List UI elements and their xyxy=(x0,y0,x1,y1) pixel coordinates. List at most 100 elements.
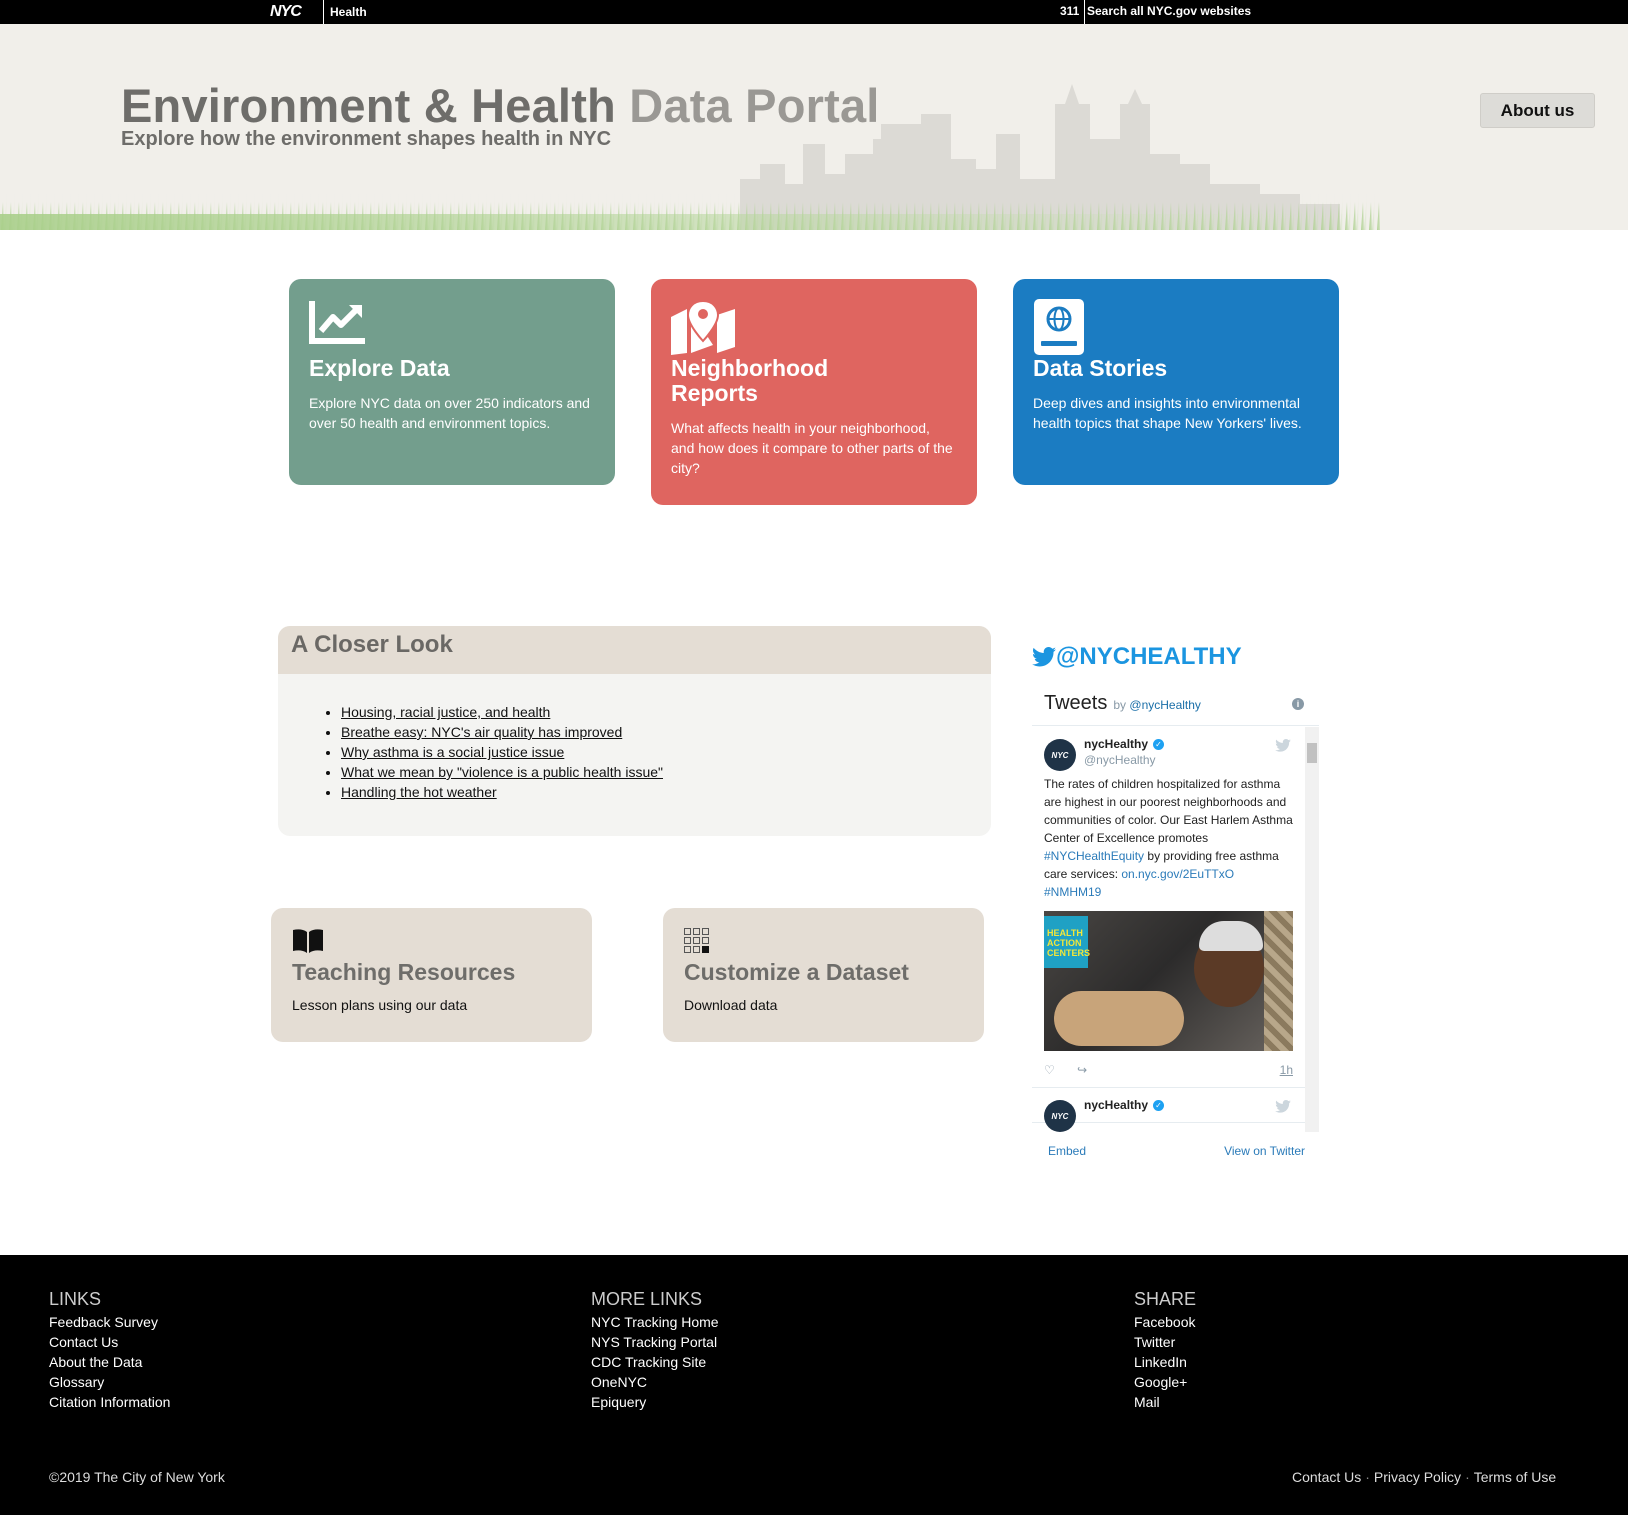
tile-title: Data Stories xyxy=(1033,355,1168,381)
timeline-footer: Embed View on Twitter xyxy=(1032,1144,1319,1158)
site-footer: LINKS Feedback Survey Contact Us About t… xyxy=(0,1255,1628,1515)
tweet[interactable]: NYC nycHealthy ✓ xyxy=(1032,1088,1305,1132)
list-item: Why asthma is a social justice issue xyxy=(341,742,991,762)
grass-illustration xyxy=(0,184,1380,230)
twitter-timeline: Tweets by @nycHealthy i NYC nycHealthy ✓ … xyxy=(1032,688,1319,1166)
tile-title: Customize a Dataset xyxy=(684,959,909,985)
footer-heading: MORE LINKS xyxy=(591,1289,703,1309)
avatar[interactable]: NYC xyxy=(1044,739,1076,771)
footer-link[interactable]: CDC Tracking Site xyxy=(591,1352,719,1372)
story-link[interactable]: Housing, racial justice, and health xyxy=(341,704,550,720)
tile-desc: Deep dives and insights into environment… xyxy=(1033,395,1302,431)
tweet-actions: ♡ ↪ 1h xyxy=(1044,1063,1293,1077)
footer-share-column: SHARE Facebook Twitter LinkedIn Google+ … xyxy=(1134,1289,1196,1412)
timeline-by-handle[interactable]: @nycHealthy xyxy=(1129,698,1201,712)
legal-links: Contact Us · Privacy Policy · Terms of U… xyxy=(1292,1469,1556,1485)
timeline-by: by @nycHealthy xyxy=(1113,698,1201,712)
search-nyc-link[interactable]: Search all NYC.gov websites xyxy=(1087,4,1251,18)
timeline-scrollbar[interactable] xyxy=(1305,727,1319,1132)
tweet-time[interactable]: 1h xyxy=(1280,1063,1293,1077)
tile-title: Explore Data xyxy=(309,355,450,381)
twitter-bird-icon xyxy=(1032,647,1056,667)
copyright: ©2019 The City of New York xyxy=(49,1469,225,1485)
tweet-screen-name[interactable]: @nycHealthy xyxy=(1084,753,1293,767)
customize-dataset-tile[interactable]: Customize a Dataset Download data xyxy=(663,908,984,1042)
photo-detail xyxy=(1199,921,1263,951)
neighborhood-reports-tile[interactable]: Neighborhood Reports What affects health… xyxy=(651,279,977,505)
share-link[interactable]: LinkedIn xyxy=(1134,1352,1196,1372)
divider xyxy=(1084,0,1085,24)
twitter-handle: @NYCHEALTHY xyxy=(1056,643,1242,670)
nyc-logo[interactable]: NYC xyxy=(270,3,302,21)
closer-look-panel: A Closer Look Housing, racial justice, a… xyxy=(278,626,991,836)
311-link[interactable]: 311 xyxy=(1060,4,1079,18)
share-link[interactable]: Facebook xyxy=(1134,1312,1196,1332)
footer-link[interactable]: Contact Us xyxy=(49,1332,170,1352)
footer-link[interactable]: About the Data xyxy=(49,1352,170,1372)
photo-detail xyxy=(1264,911,1293,1051)
story-link[interactable]: Why asthma is a social justice issue xyxy=(341,744,564,760)
verified-icon: ✓ xyxy=(1153,1099,1165,1111)
like-icon[interactable]: ♡ xyxy=(1044,1063,1055,1077)
footer-heading: LINKS xyxy=(49,1289,102,1309)
page-subtitle: Explore how the environment shapes healt… xyxy=(121,128,612,150)
share-icon[interactable]: ↪ xyxy=(1077,1063,1087,1077)
scrollbar-thumb[interactable] xyxy=(1307,743,1317,763)
terms-of-use-link[interactable]: Terms of Use xyxy=(1474,1469,1556,1485)
chart-line-icon xyxy=(309,299,595,354)
photo-badge: HEALTH ACTION CENTERS xyxy=(1044,916,1090,968)
story-link[interactable]: Handling the hot weather xyxy=(341,784,497,800)
privacy-policy-link[interactable]: Privacy Policy xyxy=(1374,1469,1461,1485)
avatar[interactable]: NYC xyxy=(1044,1100,1076,1132)
story-link[interactable]: What we mean by "violence is a public he… xyxy=(341,764,663,780)
footer-link[interactable]: Epiquery xyxy=(591,1392,719,1412)
data-stories-tile[interactable]: Data Stories Deep dives and insights int… xyxy=(1013,279,1339,485)
tweet-author[interactable]: nycHealthy xyxy=(1084,737,1148,751)
footer-link[interactable]: Feedback Survey xyxy=(49,1312,170,1332)
globe-book-icon xyxy=(1033,299,1319,355)
tile-title: Teaching Resources xyxy=(292,959,516,985)
closer-look-list: Housing, racial justice, and health Brea… xyxy=(341,702,991,802)
share-link[interactable]: Mail xyxy=(1134,1392,1196,1412)
footer-link[interactable]: NYS Tracking Portal xyxy=(591,1332,719,1352)
hashtag-link[interactable]: #NYCHealthEquity xyxy=(1044,849,1144,863)
title-main: Environment & Health xyxy=(121,79,616,132)
twitter-bird-icon[interactable] xyxy=(1275,1100,1291,1113)
twitter-handle-heading[interactable]: @NYCHEALTHY xyxy=(1032,643,1242,671)
info-icon[interactable]: i xyxy=(1292,698,1304,710)
verified-icon: ✓ xyxy=(1153,738,1165,750)
tweet-link[interactable]: on.nyc.gov/2EuTTxO xyxy=(1121,867,1234,881)
tweet[interactable]: NYC nycHealthy ✓ @nycHealthy The rates of… xyxy=(1032,727,1305,1088)
footer-link[interactable]: Glossary xyxy=(49,1372,170,1392)
tweet-author[interactable]: nycHealthy xyxy=(1084,1098,1148,1112)
agency-link[interactable]: Health xyxy=(330,5,367,19)
footer-more-links-column: MORE LINKS NYC Tracking Home NYS Trackin… xyxy=(591,1289,719,1412)
timeline-scroll-area[interactable]: NYC nycHealthy ✓ @nycHealthy The rates of… xyxy=(1032,727,1319,1132)
tile-desc: Download data xyxy=(684,997,778,1013)
share-link[interactable]: Google+ xyxy=(1134,1372,1196,1392)
footer-links-column: LINKS Feedback Survey Contact Us About t… xyxy=(49,1289,170,1412)
tile-desc: Explore NYC data on over 250 indicators … xyxy=(309,395,590,431)
footer-link[interactable]: OneNYC xyxy=(591,1372,719,1392)
twitter-bird-icon[interactable] xyxy=(1275,739,1291,752)
timeline-title: Tweets xyxy=(1044,692,1108,714)
footer-link[interactable]: Citation Information xyxy=(49,1392,170,1412)
teaching-resources-tile[interactable]: Teaching Resources Lesson plans using ou… xyxy=(271,908,592,1042)
about-us-button[interactable]: About us xyxy=(1480,93,1595,128)
embed-link[interactable]: Embed xyxy=(1048,1144,1086,1158)
closer-look-heading: A Closer Look xyxy=(278,626,991,674)
share-link[interactable]: Twitter xyxy=(1134,1332,1196,1352)
tweet-text: The rates of children hospitalized for a… xyxy=(1044,777,1293,899)
story-link[interactable]: Breathe easy: NYC's air quality has impr… xyxy=(341,724,622,740)
footer-link[interactable]: NYC Tracking Home xyxy=(591,1312,719,1332)
hashtag-link[interactable]: #NMHM19 xyxy=(1044,885,1101,899)
photo-detail xyxy=(1054,991,1184,1046)
contact-us-link[interactable]: Contact Us xyxy=(1292,1469,1361,1485)
page-title: Environment & Health Data Portal xyxy=(121,78,880,133)
tweet-photo[interactable]: HEALTH ACTION CENTERS xyxy=(1044,911,1293,1051)
list-item: What we mean by "violence is a public he… xyxy=(341,762,991,782)
view-on-twitter-link[interactable]: View on Twitter xyxy=(1224,1144,1305,1158)
tile-title: Neighborhood Reports xyxy=(671,355,829,406)
explore-data-tile[interactable]: Explore Data Explore NYC data on over 25… xyxy=(289,279,615,485)
map-pin-icon xyxy=(671,299,957,355)
